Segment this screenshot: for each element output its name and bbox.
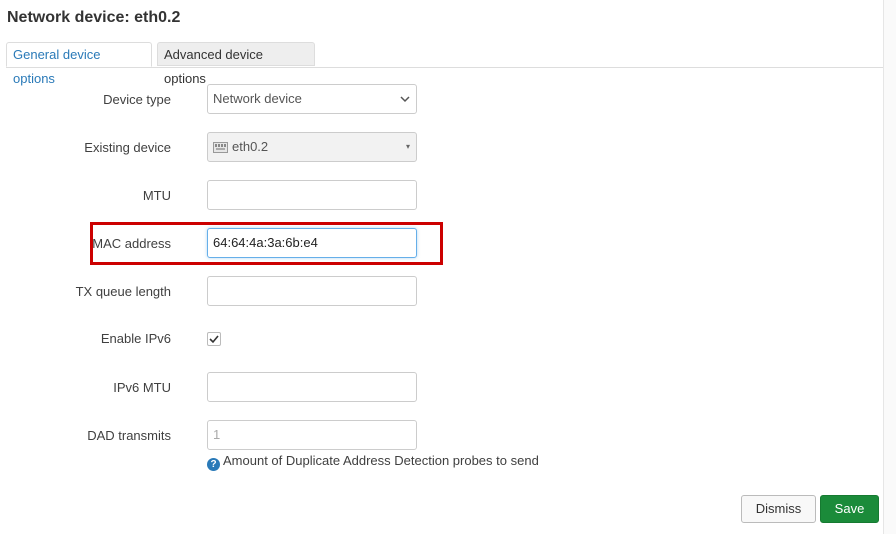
tx-queue-length-input[interactable] [207, 276, 417, 306]
device-type-row: Device type Network device [0, 84, 880, 116]
device-type-value: Network device [213, 91, 302, 106]
dad-transmits-row: DAD transmits 1 [0, 420, 880, 452]
ipv6-mtu-input[interactable] [207, 372, 417, 402]
ipv6-mtu-label: IPv6 MTU [113, 380, 171, 395]
tab-bar: General device options Advanced device o… [6, 40, 884, 86]
dad-transmits-help-text: Amount of Duplicate Address Detection pr… [223, 453, 539, 468]
enable-ipv6-checkbox[interactable] [207, 332, 221, 346]
mac-address-row: MAC address 64:64:4a:3a:6b:e4 [0, 228, 880, 260]
enable-ipv6-row: Enable IPv6 [0, 331, 880, 363]
dialog-title: Network device: eth0.2 [7, 9, 181, 26]
mtu-label: MTU [142, 188, 171, 203]
scrollbar[interactable] [883, 0, 896, 534]
network-port-icon [213, 142, 228, 154]
dad-transmits-input[interactable]: 1 [207, 420, 417, 450]
tx-queue-length-label: TX queue length [75, 284, 171, 299]
mtu-row: MTU [0, 180, 880, 212]
mtu-input[interactable] [207, 180, 417, 210]
existing-device-row: Existing device eth0.2 ▾ [0, 132, 880, 164]
existing-device-dropdown[interactable]: eth0.2 ▾ [207, 132, 417, 162]
question-circle-icon: ? [207, 458, 220, 471]
chevron-down-icon [400, 96, 410, 103]
existing-device-label: Existing device [84, 140, 171, 155]
check-icon [209, 335, 219, 344]
tab-advanced-device-options[interactable]: Advanced device options [157, 42, 315, 86]
save-button[interactable]: Save [820, 495, 879, 523]
tx-queue-length-row: TX queue length [0, 276, 880, 308]
device-type-select[interactable]: Network device [207, 84, 417, 114]
tab-general-device-options[interactable]: General device options [6, 42, 152, 86]
ipv6-mtu-row: IPv6 MTU [0, 372, 880, 404]
mac-address-label: MAC address [92, 236, 171, 251]
enable-ipv6-label: Enable IPv6 [100, 331, 171, 346]
dismiss-button[interactable]: Dismiss [741, 495, 816, 523]
mac-address-input[interactable]: 64:64:4a:3a:6b:e4 [207, 228, 417, 258]
dad-transmits-help: ? Amount of Duplicate Address Detection p… [207, 453, 539, 471]
existing-device-value: eth0.2 [232, 139, 269, 154]
dad-transmits-label: DAD transmits [87, 428, 171, 443]
device-type-label: Device type [103, 92, 171, 107]
caret-down-icon: ▾ [405, 142, 410, 151]
